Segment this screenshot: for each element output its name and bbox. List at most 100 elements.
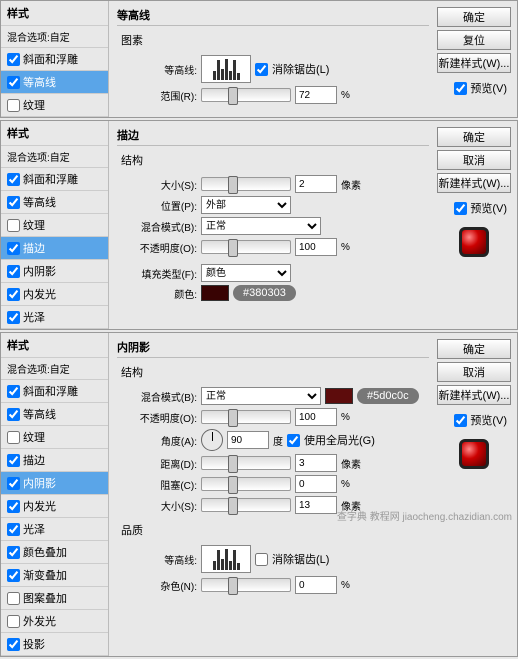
sidebar-item-contour[interactable]: 等高线 xyxy=(1,71,108,94)
range-slider[interactable] xyxy=(201,88,291,102)
choke-slider[interactable] xyxy=(201,477,291,491)
texture-check[interactable] xyxy=(7,431,20,444)
gradient-overlay-check[interactable] xyxy=(7,569,20,582)
preview-label: 预览(V) xyxy=(470,80,507,96)
new-style-button[interactable]: 新建样式(W)... xyxy=(437,385,511,405)
choke-label: 阻塞(C): xyxy=(117,477,197,492)
contour-picker[interactable] xyxy=(201,545,251,573)
color-hex-badge: #5d0c0c xyxy=(357,388,419,404)
angle-input[interactable] xyxy=(227,431,269,449)
sidebar-item-inner-glow[interactable]: 内发光 xyxy=(1,495,108,518)
blend-select[interactable]: 正常 xyxy=(201,217,321,235)
color-swatch[interactable] xyxy=(201,285,229,301)
cancel-button[interactable]: 取消 xyxy=(437,150,511,170)
range-label: 范围(R): xyxy=(117,88,197,103)
preview-check[interactable] xyxy=(454,414,467,427)
size-input[interactable] xyxy=(295,496,337,514)
preview-check[interactable] xyxy=(454,202,467,215)
outer-glow-check[interactable] xyxy=(7,615,20,628)
sidebar-item-inner-shadow[interactable]: 内阴影 xyxy=(1,472,108,495)
cancel-button[interactable]: 取消 xyxy=(437,362,511,382)
position-label: 位置(P): xyxy=(117,198,197,213)
inner-shadow-check[interactable] xyxy=(7,265,20,278)
blend-label: 混合模式(B): xyxy=(117,389,197,404)
stroke-check[interactable] xyxy=(7,242,20,255)
size-slider[interactable] xyxy=(201,498,291,512)
ok-button[interactable]: 确定 xyxy=(437,127,511,147)
size-input[interactable] xyxy=(295,175,337,193)
opacity-slider[interactable] xyxy=(201,410,291,424)
texture-check[interactable] xyxy=(7,99,20,112)
opacity-slider[interactable] xyxy=(201,240,291,254)
sidebar-item-inner-glow[interactable]: 内发光 xyxy=(1,283,108,306)
pattern-overlay-check[interactable] xyxy=(7,592,20,605)
sidebar-item-outer-glow[interactable]: 外发光 xyxy=(1,610,108,633)
reset-button[interactable]: 复位 xyxy=(437,30,511,50)
inner-glow-check[interactable] xyxy=(7,288,20,301)
section-title: 等高线 xyxy=(117,7,429,26)
inner-glow-check[interactable] xyxy=(7,500,20,513)
satin-check[interactable] xyxy=(7,523,20,536)
sidebar-item-satin[interactable]: 光泽 xyxy=(1,306,108,329)
contour-check[interactable] xyxy=(7,196,20,209)
size-slider[interactable] xyxy=(201,177,291,191)
antialias-check[interactable] xyxy=(255,553,268,566)
new-style-button[interactable]: 新建样式(W)... xyxy=(437,53,511,73)
sidebar-item-gradient-overlay[interactable]: 渐变叠加 xyxy=(1,564,108,587)
sidebar-item-stroke[interactable]: 描边 xyxy=(1,237,108,260)
sidebar-item-bevel[interactable]: 斜面和浮雕 xyxy=(1,48,108,71)
global-light-check[interactable] xyxy=(287,434,300,447)
blend-select[interactable]: 正常 xyxy=(201,387,321,405)
stroke-check[interactable] xyxy=(7,454,20,467)
ok-button[interactable]: 确定 xyxy=(437,7,511,27)
contour-check[interactable] xyxy=(7,408,20,421)
sidebar-item-drop-shadow[interactable]: 投影 xyxy=(1,633,108,656)
sidebar-item-texture[interactable]: 纹理 xyxy=(1,214,108,237)
sidebar-item-texture[interactable]: 纹理 xyxy=(1,94,108,117)
angle-dial[interactable] xyxy=(201,429,223,451)
ok-button[interactable]: 确定 xyxy=(437,339,511,359)
bevel-check[interactable] xyxy=(7,173,20,186)
sidebar-item-color-overlay[interactable]: 颜色叠加 xyxy=(1,541,108,564)
color-overlay-check[interactable] xyxy=(7,546,20,559)
sidebar-item-satin[interactable]: 光泽 xyxy=(1,518,108,541)
structure-label: 结构 xyxy=(117,150,429,172)
opacity-input[interactable] xyxy=(295,408,337,426)
contour-picker[interactable] xyxy=(201,55,251,83)
preview-check[interactable] xyxy=(454,82,467,95)
texture-check[interactable] xyxy=(7,219,20,232)
distance-input[interactable] xyxy=(295,454,337,472)
new-style-button[interactable]: 新建样式(W)... xyxy=(437,173,511,193)
drop-shadow-check[interactable] xyxy=(7,638,20,651)
sidebar-item-stroke[interactable]: 描边 xyxy=(1,449,108,472)
sidebar-item-bevel[interactable]: 斜面和浮雕 xyxy=(1,168,108,191)
sidebar-item-pattern-overlay[interactable]: 图案叠加 xyxy=(1,587,108,610)
color-hex-badge: #380303 xyxy=(233,285,296,301)
blend-options[interactable]: 混合选项:自定 xyxy=(1,358,108,380)
elements-label: 图素 xyxy=(117,30,429,52)
opacity-input[interactable] xyxy=(295,238,337,256)
sidebar-item-texture[interactable]: 纹理 xyxy=(1,426,108,449)
fill-type-select[interactable]: 颜色 xyxy=(201,264,291,282)
position-select[interactable]: 外部 xyxy=(201,196,291,214)
contour-check[interactable] xyxy=(7,76,20,89)
distance-slider[interactable] xyxy=(201,456,291,470)
noise-input[interactable] xyxy=(295,576,337,594)
sidebar-item-inner-shadow[interactable]: 内阴影 xyxy=(1,260,108,283)
sidebar-item-contour[interactable]: 等高线 xyxy=(1,191,108,214)
sidebar-item-bevel[interactable]: 斜面和浮雕 xyxy=(1,380,108,403)
noise-slider[interactable] xyxy=(201,578,291,592)
bevel-check[interactable] xyxy=(7,53,20,66)
inner-shadow-check[interactable] xyxy=(7,477,20,490)
satin-check[interactable] xyxy=(7,311,20,324)
blend-options[interactable]: 混合选项:自定 xyxy=(1,146,108,168)
preview-swatch xyxy=(459,227,489,257)
range-input[interactable] xyxy=(295,86,337,104)
sidebar-item-contour[interactable]: 等高线 xyxy=(1,403,108,426)
choke-input[interactable] xyxy=(295,475,337,493)
blend-options[interactable]: 混合选项:自定 xyxy=(1,26,108,48)
antialias-check[interactable] xyxy=(255,63,268,76)
bevel-check[interactable] xyxy=(7,385,20,398)
color-swatch[interactable] xyxy=(325,388,353,404)
structure-label: 结构 xyxy=(117,362,429,384)
